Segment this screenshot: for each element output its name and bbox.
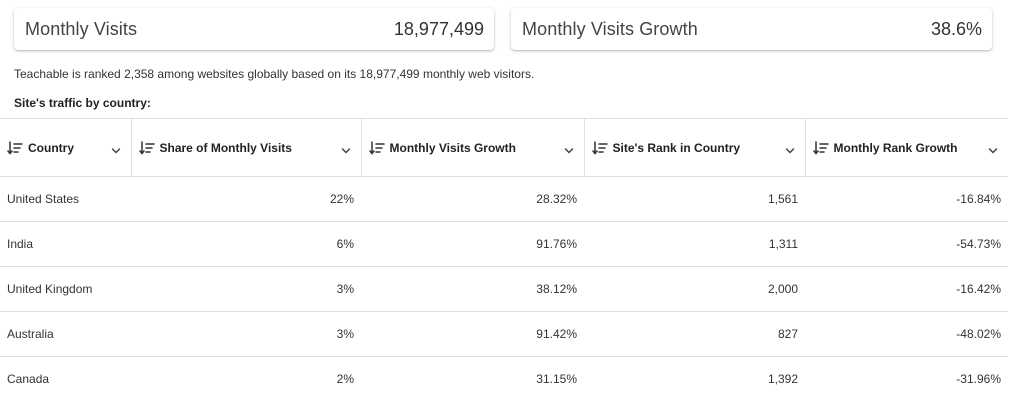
column-header-label: Site's Rank in Country bbox=[612, 140, 741, 155]
country-cell: United States bbox=[7, 192, 80, 206]
visits-growth-cell: 38.12% bbox=[536, 282, 577, 296]
column-header-share-of-monthly-visits[interactable]: Share of Monthly Visits bbox=[131, 118, 362, 177]
monthly-visits-growth-value: 38.6% bbox=[930, 18, 982, 39]
rank-growth-cell: -16.84% bbox=[956, 192, 1001, 206]
visits-growth-cell: 91.76% bbox=[536, 237, 577, 251]
share-cell: 3% bbox=[336, 282, 354, 296]
chevron-down-icon[interactable] bbox=[111, 144, 121, 154]
table-header-row: Country Share of Monthly Visits Monthly Vi… bbox=[0, 118, 1008, 177]
sort-icon[interactable] bbox=[138, 140, 155, 155]
ranking-summary: Teachable is ranked 2,358 among websites… bbox=[14, 67, 535, 81]
section-title: Site's traffic by country: bbox=[14, 96, 151, 110]
monthly-visits-growth-label: Monthly Visits Growth bbox=[522, 18, 698, 39]
country-cell: Australia bbox=[7, 327, 54, 341]
traffic-by-country-table: Country Share of Monthly Visits Monthly Vi… bbox=[0, 118, 1008, 400]
monthly-visits-growth-card: Monthly Visits Growth 38.6% bbox=[511, 8, 992, 50]
country-cell: Canada bbox=[7, 372, 50, 386]
chevron-down-icon[interactable] bbox=[341, 144, 351, 154]
country-cell: India bbox=[7, 237, 34, 251]
visits-growth-cell: 91.42% bbox=[536, 327, 577, 341]
column-header-country[interactable]: Country bbox=[0, 118, 132, 177]
sort-icon[interactable] bbox=[812, 140, 829, 155]
rank-growth-cell: -48.02% bbox=[956, 327, 1001, 341]
monthly-visits-card: Monthly Visits 18,977,499 bbox=[14, 8, 494, 50]
rank-cell: 827 bbox=[777, 327, 798, 341]
share-cell: 2% bbox=[336, 372, 354, 386]
visits-growth-cell: 31.15% bbox=[536, 372, 577, 386]
chevron-down-icon[interactable] bbox=[988, 144, 998, 154]
column-header-label: Monthly Rank Growth bbox=[833, 140, 958, 155]
share-cell: 6% bbox=[336, 237, 354, 251]
column-header-label: Country bbox=[28, 140, 74, 155]
column-header-site-rank-in-country[interactable]: Site's Rank in Country bbox=[584, 118, 806, 177]
monthly-visits-value: 18,977,499 bbox=[393, 18, 484, 39]
country-cell: United Kingdom bbox=[7, 282, 93, 296]
visits-growth-cell: 28.32% bbox=[536, 192, 577, 206]
page: Monthly Visits 18,977,499 Monthly Visits… bbox=[0, 0, 1010, 400]
table-row[interactable]: India 6% 91.76% 1,311 -54.73% bbox=[0, 222, 1008, 267]
sort-icon[interactable] bbox=[368, 140, 385, 155]
column-header-label: Share of Monthly Visits bbox=[159, 140, 292, 155]
rank-cell: 1,311 bbox=[768, 237, 798, 251]
table-row[interactable]: United Kingdom 3% 38.12% 2,000 -16.42% bbox=[0, 267, 1008, 312]
chevron-down-icon[interactable] bbox=[785, 144, 795, 154]
chevron-down-icon[interactable] bbox=[564, 144, 574, 154]
table-row[interactable]: United States 22% 28.32% 1,561 -16.84% bbox=[0, 177, 1008, 222]
table-row[interactable]: Australia 3% 91.42% 827 -48.02% bbox=[0, 312, 1008, 357]
rank-growth-cell: -31.96% bbox=[956, 372, 1001, 386]
column-header-monthly-visits-growth[interactable]: Monthly Visits Growth bbox=[361, 118, 585, 177]
column-header-monthly-rank-growth[interactable]: Monthly Rank Growth bbox=[805, 119, 1008, 177]
share-cell: 3% bbox=[336, 327, 354, 341]
traffic-table-container: Country Share of Monthly Visits Monthly Vi… bbox=[0, 118, 1010, 400]
sort-icon[interactable] bbox=[7, 140, 23, 155]
sort-icon[interactable] bbox=[591, 140, 608, 155]
table-body: United States 22% 28.32% 1,561 -16.84% India 6… bbox=[0, 177, 1008, 400]
rank-cell: 1,392 bbox=[767, 372, 798, 386]
monthly-visits-label: Monthly Visits bbox=[25, 18, 138, 39]
table-row[interactable]: Canada 2% 31.15% 1,392 -31.96% bbox=[0, 357, 1008, 400]
column-header-label: Monthly Visits Growth bbox=[389, 140, 516, 155]
rank-cell: 1,561 bbox=[767, 192, 798, 206]
rank-growth-cell: -16.42% bbox=[956, 282, 1001, 296]
rank-cell: 2,000 bbox=[767, 282, 798, 296]
share-cell: 22% bbox=[329, 192, 354, 206]
rank-growth-cell: -54.73% bbox=[956, 237, 1001, 251]
